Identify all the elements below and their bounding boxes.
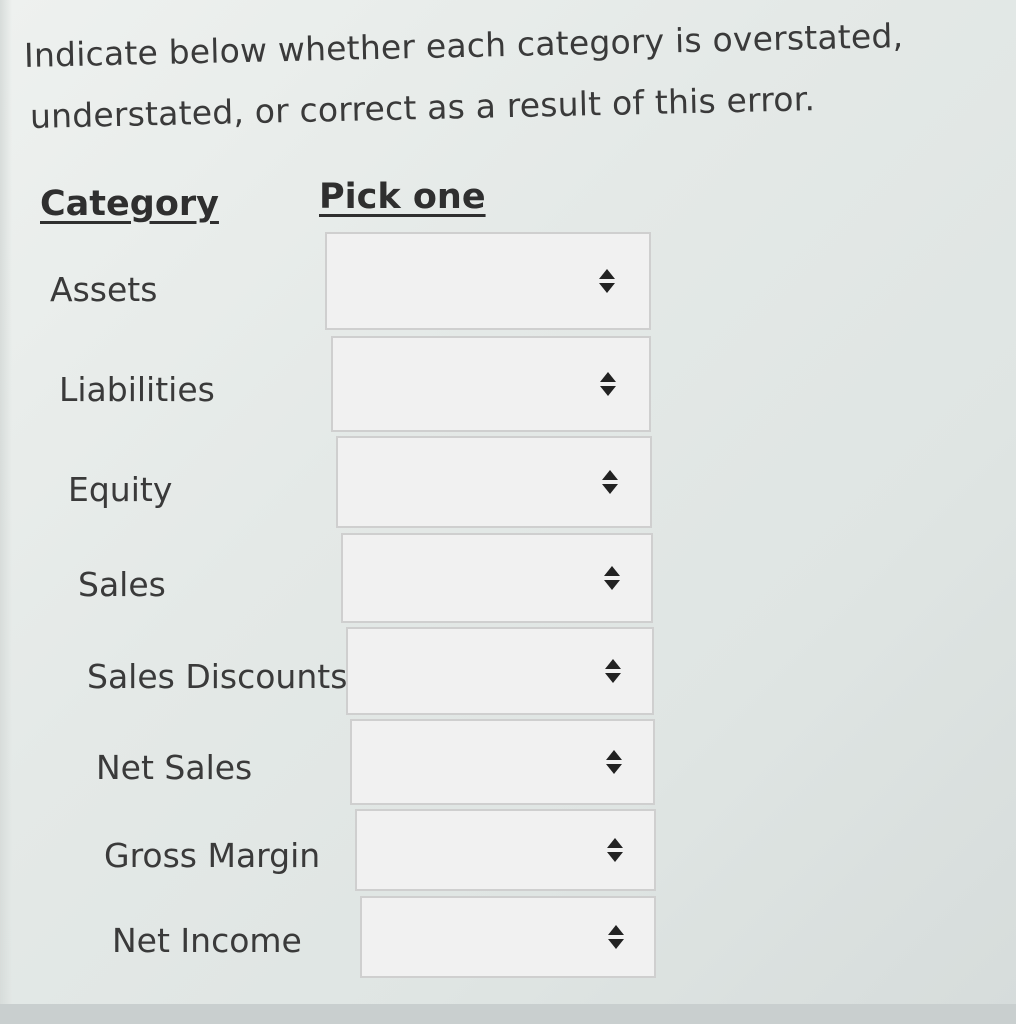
row-label-gross-margin: Gross Margin [104,836,321,875]
select-liabilities[interactable] [331,336,651,432]
row-label-liabilities: Liabilities [59,370,215,409]
screen-edge [0,0,12,1024]
category-column-header: Category [40,184,219,224]
select-net-income[interactable] [360,896,656,978]
select-equity[interactable] [336,436,652,528]
instruction-line-2: understated, or correct as a result of t… [29,79,816,136]
select-sales-discounts[interactable] [346,627,654,715]
row-label-net-sales: Net Sales [96,748,253,787]
up-down-chevron-icon [606,924,626,950]
row-label-sales: Sales [78,565,166,604]
row-label-assets: Assets [50,270,158,309]
select-sales[interactable] [341,533,653,623]
row-label-net-income: Net Income [112,921,302,960]
select-net-sales[interactable] [350,719,655,805]
pick-one-column-header: Pick one [319,177,486,217]
up-down-chevron-icon [598,371,618,397]
bottom-shadow [0,1004,1016,1024]
select-assets[interactable] [325,232,651,330]
up-down-chevron-icon [604,749,624,775]
up-down-chevron-icon [605,837,625,863]
up-down-chevron-icon [603,658,623,684]
instruction-line-1: Indicate below whether each category is … [23,16,904,75]
up-down-chevron-icon [600,469,620,495]
up-down-chevron-icon [597,268,617,294]
row-label-sales-discounts: Sales Discounts [87,657,348,696]
row-label-equity: Equity [68,470,173,509]
select-gross-margin[interactable] [355,809,656,891]
up-down-chevron-icon [602,565,622,591]
